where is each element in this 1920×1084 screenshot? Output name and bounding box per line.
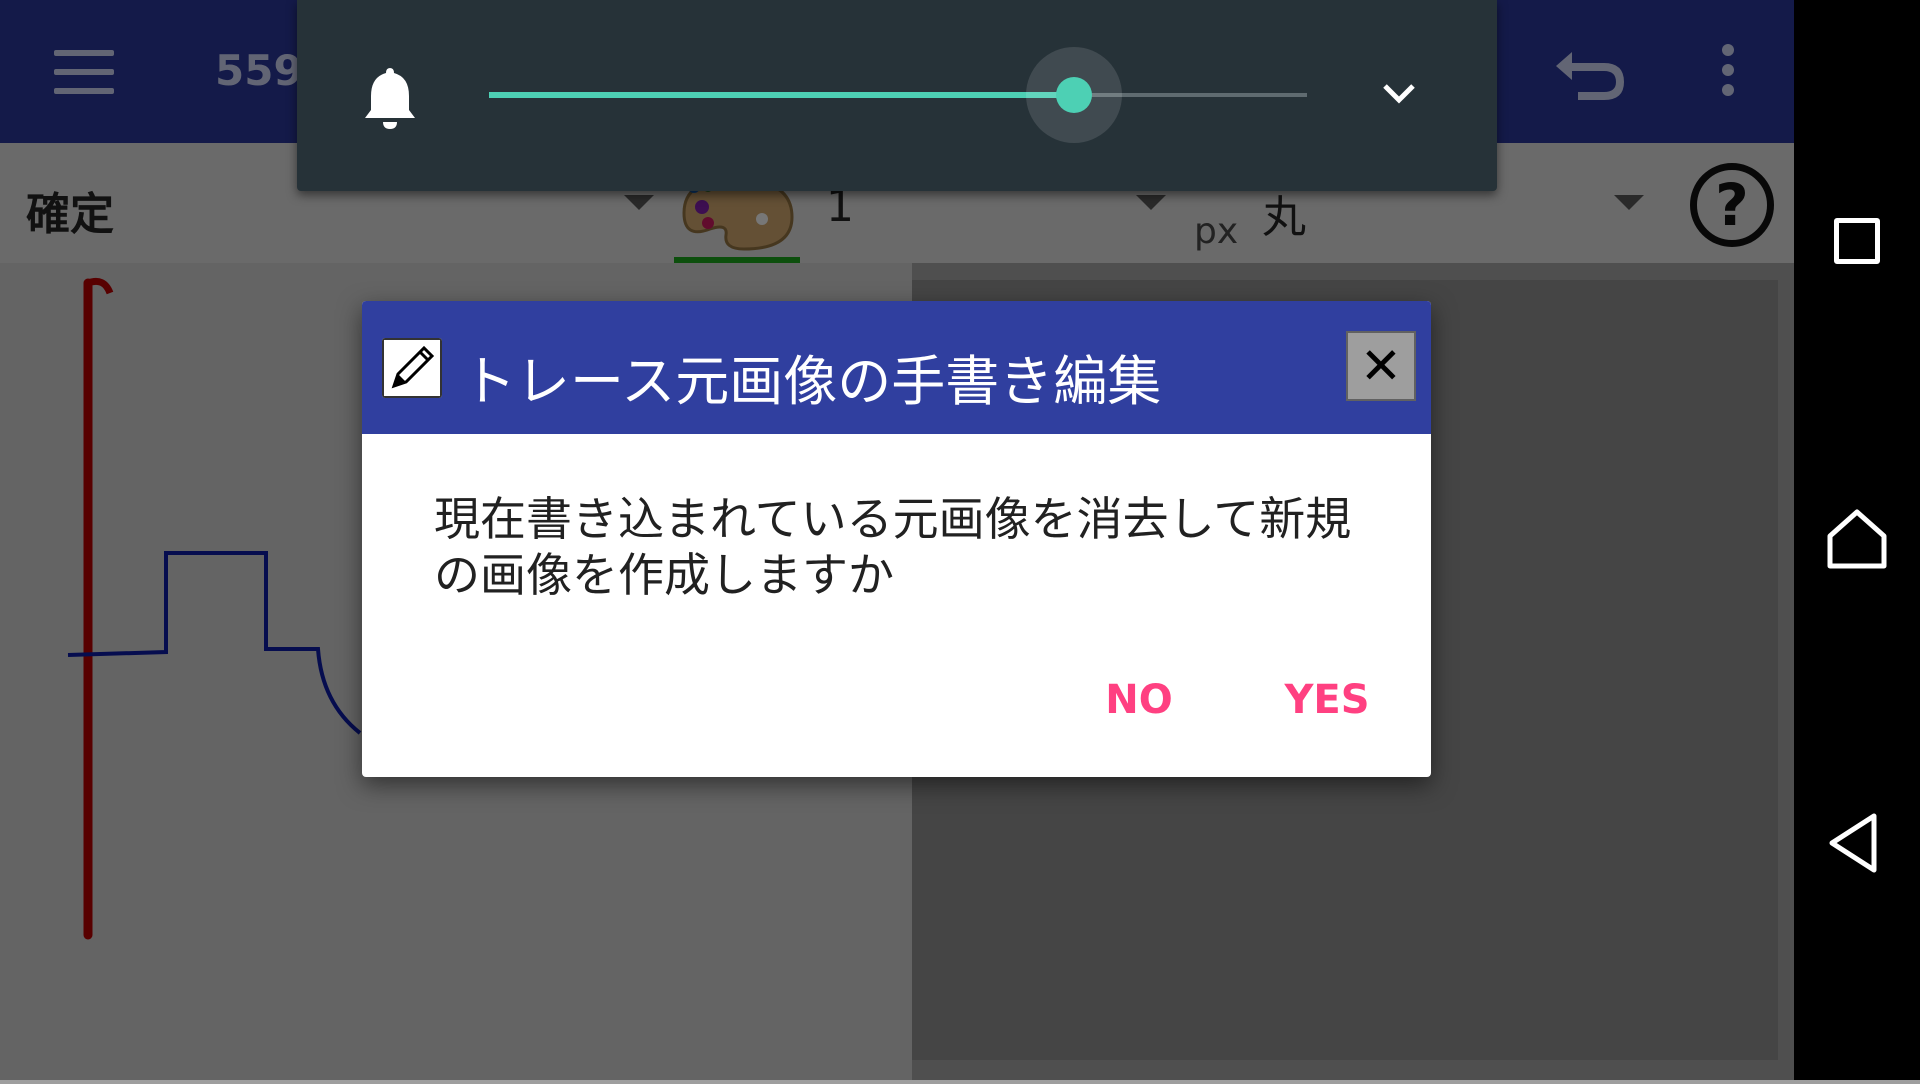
pencil-icon: [382, 338, 442, 398]
no-button[interactable]: NO: [1074, 667, 1204, 733]
slider-thumb[interactable]: [1055, 77, 1092, 113]
back-icon[interactable]: [1826, 812, 1880, 874]
dialog-header: トレース元画像の手書き編集 ✕: [362, 301, 1431, 434]
yes-button[interactable]: YES: [1252, 667, 1402, 733]
dialog-title: トレース元画像の手書き編集: [462, 350, 1162, 413]
recents-icon[interactable]: [1834, 218, 1880, 264]
close-icon[interactable]: ✕: [1346, 331, 1416, 401]
volume-slider[interactable]: [489, 47, 1307, 143]
confirm-dialog: トレース元画像の手書き編集 ✕ 現在書き込まれている元画像を消去して新規の画像を…: [362, 301, 1431, 777]
volume-panel: [297, 0, 1497, 191]
chevron-down-icon[interactable]: [1379, 80, 1419, 110]
home-icon[interactable]: [1826, 508, 1888, 570]
bell-icon[interactable]: [363, 66, 417, 130]
system-nav-bar: [1794, 0, 1920, 1080]
slider-fill: [489, 92, 1074, 98]
dialog-message: 現在書き込まれている元画像を消去して新規の画像を作成しますか: [434, 492, 1352, 602]
